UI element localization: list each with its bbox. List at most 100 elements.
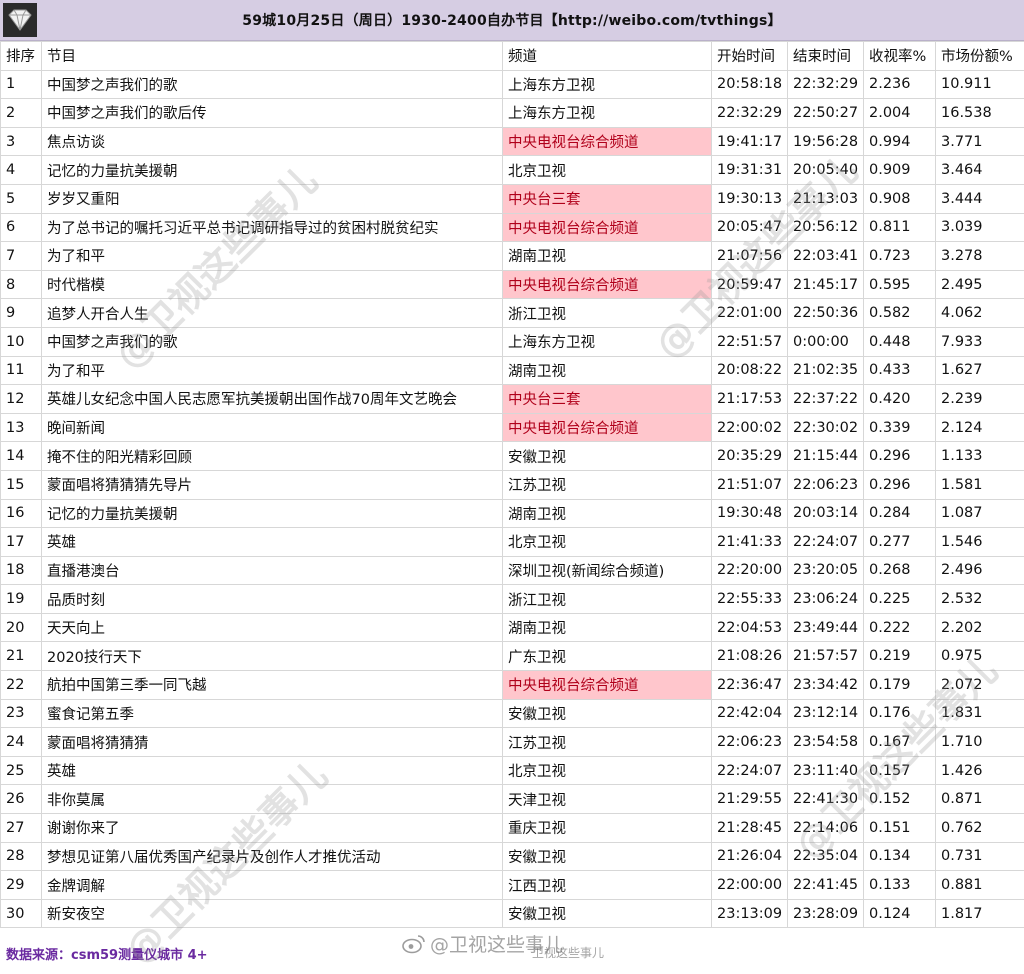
ratings-table: 排序 节目 频道 开始时间 结束时间 收视率% 市场份额% 1中国梦之声我们的歌… — [0, 41, 1024, 928]
cell-end-time: 22:41:45 — [788, 871, 864, 900]
column-header-rank: 排序 — [1, 42, 42, 71]
cell-rating: 0.909 — [864, 156, 936, 185]
cell-start-time: 22:00:02 — [712, 413, 788, 442]
cell-start-time: 20:58:18 — [712, 70, 788, 99]
cell-rating: 2.236 — [864, 70, 936, 99]
weibo-watermark-subtext: 卫视这些事儿 — [532, 944, 604, 961]
cell-end-time: 22:41:30 — [788, 785, 864, 814]
cell-channel: 北京卫视 — [503, 528, 712, 557]
cell-start-time: 22:42:04 — [712, 699, 788, 728]
cell-rating: 0.296 — [864, 470, 936, 499]
cell-channel: 湖南卫视 — [503, 242, 712, 271]
cell-end-time: 22:50:36 — [788, 299, 864, 328]
cell-end-time: 23:34:42 — [788, 671, 864, 700]
cell-share: 1.831 — [936, 699, 1024, 728]
table-row: 25英雄北京卫视22:24:0723:11:400.1571.426 — [1, 756, 1024, 785]
cell-rating: 0.124 — [864, 899, 936, 928]
cell-share: 2.532 — [936, 585, 1024, 614]
table-row: 212020技行天下广东卫视21:08:2621:57:570.2190.975 — [1, 642, 1024, 671]
cell-program: 英雄 — [42, 756, 503, 785]
cell-start-time: 21:28:45 — [712, 814, 788, 843]
table-row: 15蒙面唱将猜猜猜先导片江苏卫视21:51:0722:06:230.2961.5… — [1, 470, 1024, 499]
cell-rank: 2 — [1, 99, 42, 128]
table-header-row: 排序 节目 频道 开始时间 结束时间 收视率% 市场份额% — [1, 42, 1024, 71]
cell-channel: 上海东方卫视 — [503, 327, 712, 356]
cell-rating: 0.582 — [864, 299, 936, 328]
cell-rank: 30 — [1, 899, 42, 928]
cell-end-time: 19:56:28 — [788, 127, 864, 156]
table-row: 18直播港澳台深圳卫视(新闻综合频道)22:20:0023:20:050.268… — [1, 556, 1024, 585]
cell-share: 16.538 — [936, 99, 1024, 128]
cell-start-time: 22:51:57 — [712, 327, 788, 356]
cell-rank: 28 — [1, 842, 42, 871]
cell-rating: 0.268 — [864, 556, 936, 585]
cell-channel: 安徽卫视 — [503, 842, 712, 871]
cell-start-time: 22:01:00 — [712, 299, 788, 328]
cell-rank: 26 — [1, 785, 42, 814]
cell-program: 英雄 — [42, 528, 503, 557]
table-row: 5岁岁又重阳中央台三套19:30:1321:13:030.9083.444 — [1, 184, 1024, 213]
cell-program: 岁岁又重阳 — [42, 184, 503, 213]
cell-program: 2020技行天下 — [42, 642, 503, 671]
cell-share: 2.239 — [936, 385, 1024, 414]
cell-program: 梦想见证第八届优秀国产纪录片及创作人才推优活动 — [42, 842, 503, 871]
cell-channel: 北京卫视 — [503, 756, 712, 785]
cell-rank: 24 — [1, 728, 42, 757]
cell-channel: 中央电视台综合频道 — [503, 671, 712, 700]
cell-share: 0.881 — [936, 871, 1024, 900]
cell-rating: 0.134 — [864, 842, 936, 871]
cell-share: 2.202 — [936, 613, 1024, 642]
cell-rating: 0.296 — [864, 442, 936, 471]
cell-start-time: 21:08:26 — [712, 642, 788, 671]
cell-rank: 14 — [1, 442, 42, 471]
cell-start-time: 21:29:55 — [712, 785, 788, 814]
cell-rating: 0.448 — [864, 327, 936, 356]
cell-end-time: 23:28:09 — [788, 899, 864, 928]
table-row: 3焦点访谈中央电视台综合频道19:41:1719:56:280.9943.771 — [1, 127, 1024, 156]
cell-rank: 29 — [1, 871, 42, 900]
cell-share: 2.496 — [936, 556, 1024, 585]
cell-program: 金牌调解 — [42, 871, 503, 900]
cell-channel: 北京卫视 — [503, 156, 712, 185]
column-header-share: 市场份额% — [936, 42, 1024, 71]
cell-program: 为了和平 — [42, 356, 503, 385]
cell-program: 为了总书记的嘱托习近平总书记调研指导过的贫困村脱贫纪实 — [42, 213, 503, 242]
table-row: 20天天向上湖南卫视22:04:5323:49:440.2222.202 — [1, 613, 1024, 642]
cell-program: 中国梦之声我们的歌 — [42, 70, 503, 99]
cell-rating: 0.994 — [864, 127, 936, 156]
cell-channel: 中央电视台综合频道 — [503, 213, 712, 242]
cell-end-time: 22:37:22 — [788, 385, 864, 414]
cell-program: 蜜食记第五季 — [42, 699, 503, 728]
cell-end-time: 22:03:41 — [788, 242, 864, 271]
cell-rating: 0.908 — [864, 184, 936, 213]
cell-rank: 16 — [1, 499, 42, 528]
cell-share: 1.426 — [936, 756, 1024, 785]
cell-share: 4.062 — [936, 299, 1024, 328]
cell-rating: 0.433 — [864, 356, 936, 385]
cell-share: 3.444 — [936, 184, 1024, 213]
title-bar: 59城10月25日（周日）1930-2400自办节目【http://weibo.… — [0, 0, 1024, 41]
cell-channel: 安徽卫视 — [503, 699, 712, 728]
cell-rank: 25 — [1, 756, 42, 785]
column-header-end: 结束时间 — [788, 42, 864, 71]
cell-program: 焦点访谈 — [42, 127, 503, 156]
table-row: 17英雄北京卫视21:41:3322:24:070.2771.546 — [1, 528, 1024, 557]
cell-rank: 21 — [1, 642, 42, 671]
cell-rank: 12 — [1, 385, 42, 414]
cell-rating: 0.133 — [864, 871, 936, 900]
cell-channel: 浙江卫视 — [503, 585, 712, 614]
cell-channel: 江苏卫视 — [503, 470, 712, 499]
cell-share: 1.087 — [936, 499, 1024, 528]
cell-share: 0.762 — [936, 814, 1024, 843]
page-title: 59城10月25日（周日）1930-2400自办节目【http://weibo.… — [242, 10, 781, 30]
weibo-watermark: @卫视这些事儿 卫视这些事儿 — [402, 930, 563, 957]
cell-channel: 上海东方卫视 — [503, 99, 712, 128]
table-row: 14掩不住的阳光精彩回顾安徽卫视20:35:2921:15:440.2961.1… — [1, 442, 1024, 471]
cell-channel: 中央电视台综合频道 — [503, 127, 712, 156]
cell-rating: 0.176 — [864, 699, 936, 728]
table-row: 6为了总书记的嘱托习近平总书记调研指导过的贫困村脱贫纪实中央电视台综合频道20:… — [1, 213, 1024, 242]
cell-program: 记忆的力量抗美援朝 — [42, 156, 503, 185]
cell-rank: 22 — [1, 671, 42, 700]
cell-end-time: 0:00:00 — [788, 327, 864, 356]
cell-end-time: 20:03:14 — [788, 499, 864, 528]
